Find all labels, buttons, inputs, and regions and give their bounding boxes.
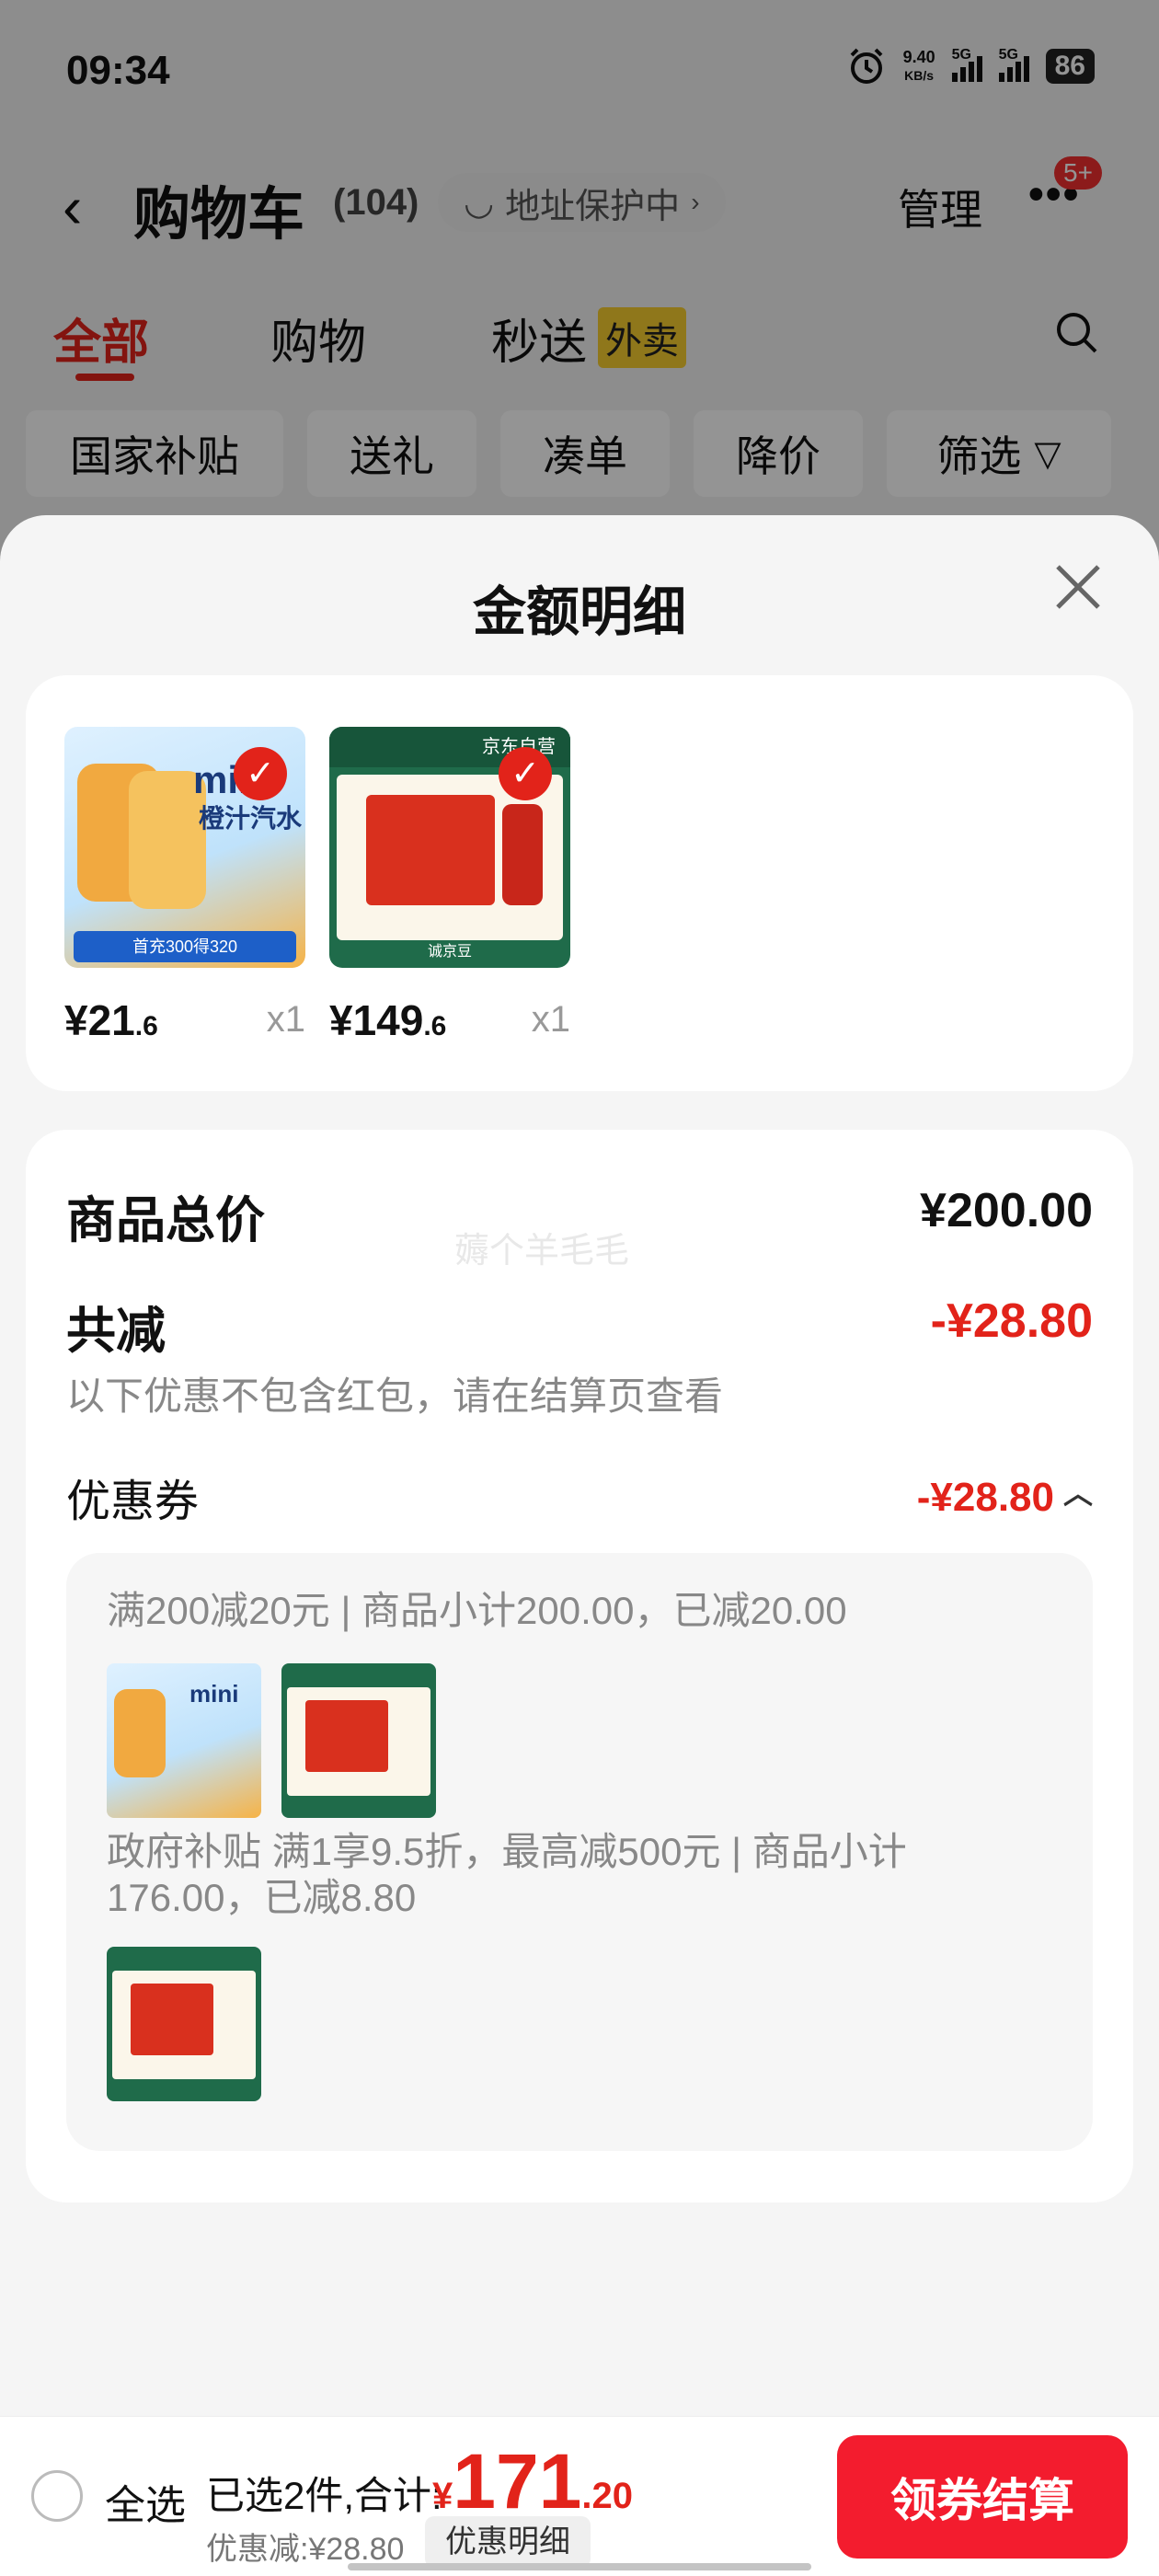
discount-detail-button[interactable]: 优惠明细 xyxy=(425,2516,591,2568)
sheet-title: 金额明细 xyxy=(472,582,686,642)
modal-overlay[interactable] xyxy=(0,0,1159,570)
coupon-rule: 满200减20元 | 商品小计200.00，已减20.00 xyxy=(107,1589,847,1632)
discount-amount: 优惠减:¥28.80 xyxy=(206,2532,405,2567)
selected-products-card: mini 橙汁汽水 首充300得320 ✓ ¥21.6 x1 京东自营 诚京豆 … xyxy=(26,675,1133,1091)
reduction-note: 以下优惠不包含红包，请在结算页查看 xyxy=(66,1374,724,1418)
product-qty: x1 xyxy=(266,999,305,1040)
checkout-button[interactable]: 领券结算 xyxy=(837,2435,1128,2559)
select-all-label[interactable]: 全选 xyxy=(105,2472,186,2531)
product-image-gift-box: 京东自营 诚京豆 ✓ xyxy=(329,727,570,968)
product-qty: x1 xyxy=(531,999,570,1040)
product-thumbnail xyxy=(107,1947,261,2101)
coupon-details: 满200减20元 | 商品小计200.00，已减20.00 mini 政府补贴 … xyxy=(66,1553,1093,2151)
product-item[interactable]: 京东自营 诚京豆 ✓ ¥149.6 x1 xyxy=(329,727,570,1044)
product-image-orange-soda: mini 橙汁汽水 首充300得320 ✓ xyxy=(64,727,305,968)
coupon-label: 优惠券 xyxy=(66,1478,200,1526)
amount-detail-sheet: 金额明细 mini 橙汁汽水 首充300得320 ✓ ¥21.6 x1 京东自营 xyxy=(0,515,1159,2576)
coupon-toggle[interactable]: -¥28.80 ︿ xyxy=(917,1470,1093,1521)
product-price: ¥149.6 xyxy=(329,996,447,1044)
product-price: ¥21.6 xyxy=(64,996,158,1044)
close-icon[interactable] xyxy=(1049,558,1107,616)
total-price-label: 商品总价 xyxy=(66,1193,265,1248)
total-amount: ¥171.20 xyxy=(432,2438,634,2524)
product-thumbnail xyxy=(281,1663,436,1818)
selected-info: 已选2件,合计: xyxy=(206,2474,442,2517)
price-breakdown-card: 商品总价 ¥200.00 薅个羊毛毛 共减 -¥28.80 以下优惠不包含红包，… xyxy=(26,1130,1133,2202)
coupon-rule: 政府补贴 满1享9.5折，最高减500元 | 商品小计176.00，已减8.80 xyxy=(107,1830,907,1919)
chevron-up-icon: ︿ xyxy=(1062,1477,1093,1510)
checkout-bar: 全选 已选2件,合计: ¥171.20 优惠减:¥28.80 优惠明细 领券结算 xyxy=(0,2416,1159,2576)
home-indicator[interactable] xyxy=(348,2563,811,2570)
product-item[interactable]: mini 橙汁汽水 首充300得320 ✓ ¥21.6 x1 xyxy=(64,727,305,1044)
product-thumbnail: mini xyxy=(107,1663,261,1818)
checked-icon: ✓ xyxy=(499,747,552,800)
reduction-label: 共减 xyxy=(66,1304,166,1359)
select-all-radio[interactable] xyxy=(31,2470,83,2522)
total-price-value: ¥200.00 xyxy=(920,1184,1093,1237)
watermark: 薅个羊毛毛 xyxy=(454,1232,630,1271)
reduction-value: -¥28.80 xyxy=(930,1294,1093,1348)
checked-icon: ✓ xyxy=(234,747,287,800)
